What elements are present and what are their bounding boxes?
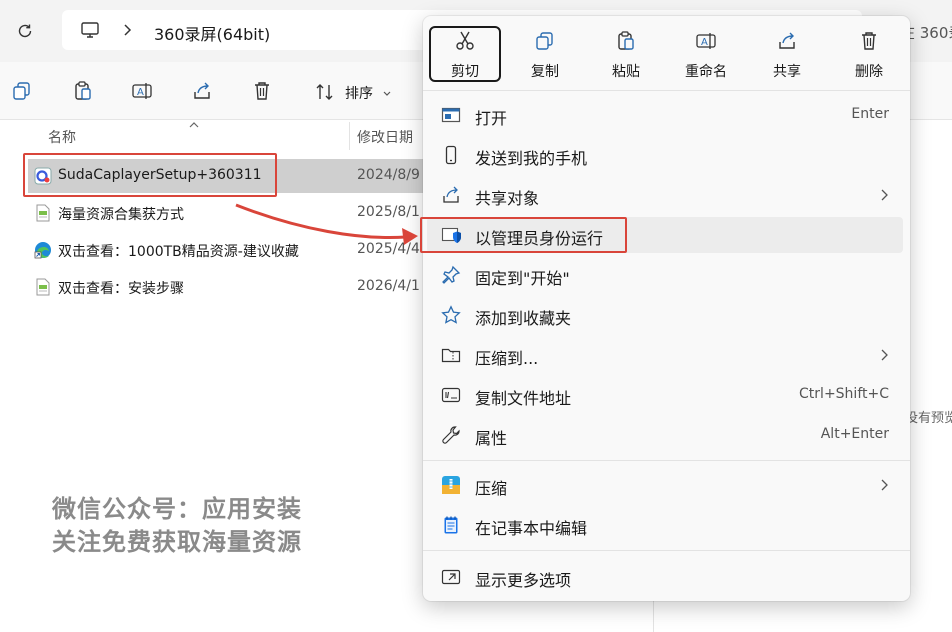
svg-text:A: A	[701, 37, 708, 48]
scissors-icon	[454, 30, 476, 52]
share-icon	[441, 185, 461, 205]
watermark-line-2: 关注免费获取海量资源	[52, 527, 302, 556]
menu-item-edit-in-notepad[interactable]: 在记事本中编辑	[427, 507, 903, 543]
chevron-right-icon[interactable]	[120, 22, 134, 38]
share-icon	[776, 30, 798, 52]
menu-item-show-more-options[interactable]: 显示更多选项	[427, 559, 903, 595]
cut-button[interactable]: 剪切	[429, 26, 501, 82]
open-window-icon	[441, 105, 461, 125]
menu-item-label: 添加到收藏夹	[475, 309, 572, 328]
file-row[interactable]: 双击查看：1000TB精品资源-建议收藏 2025/4/4	[28, 233, 458, 267]
rename-icon: A	[695, 30, 717, 52]
file-name: 双击查看：1000TB精品资源-建议收藏	[58, 244, 299, 260]
menu-item-pin-to-start[interactable]: 固定到"开始"	[427, 257, 903, 293]
menu-item-label: 共享对象	[475, 189, 540, 208]
shortcut-text: Ctrl+Shift+C	[799, 386, 889, 402]
address-path[interactable]: 360录屏(64bit)	[154, 21, 270, 45]
pin-icon	[441, 265, 461, 285]
file-date: 2024/8/9	[357, 167, 420, 183]
menu-item-label: 发送到我的手机	[475, 149, 588, 168]
chevron-right-icon	[879, 478, 889, 492]
paste-icon	[615, 30, 637, 52]
paste-label: 粘贴	[612, 64, 640, 80]
star-icon	[441, 305, 461, 325]
file-name: 双击查看：安装步骤	[58, 281, 184, 297]
menu-item-label: 显示更多选项	[475, 571, 572, 590]
file-date: 2025/4/4	[357, 241, 420, 257]
rename-label: 重命名	[685, 64, 727, 80]
edge-shortcut-icon	[34, 241, 52, 259]
menu-item-label: 属性	[475, 429, 508, 448]
trash-icon	[858, 30, 880, 52]
menu-item-add-to-favorites[interactable]: 添加到收藏夹	[427, 297, 903, 333]
menu-item-properties[interactable]: 属性 Alt+Enter	[427, 417, 903, 453]
computer-icon	[80, 20, 100, 40]
menu-item-copy-as-path[interactable]: 复制文件地址 Ctrl+Shift+C	[427, 377, 903, 413]
wrench-icon	[441, 425, 461, 445]
file-date: 2026/4/1	[357, 278, 420, 294]
menu-item-compress-to[interactable]: 压缩到...	[427, 337, 903, 373]
file-date: 2025/8/1	[357, 204, 420, 220]
menu-item-label: 固定到"开始"	[475, 269, 570, 288]
admin-highlight-box	[420, 217, 627, 253]
sort-icon[interactable]	[314, 81, 336, 103]
share-button[interactable]: 共享	[751, 26, 823, 82]
file-highlight-box	[23, 153, 277, 197]
rename-button[interactable]: A 重命名	[670, 26, 742, 82]
menu-item-label: 压缩到...	[475, 349, 539, 368]
menu-separator	[423, 550, 910, 551]
menu-item-compress[interactable]: 压缩	[427, 467, 903, 503]
copy-label: 复制	[531, 64, 559, 80]
paste-icon[interactable]	[72, 80, 94, 102]
chevron-right-icon	[879, 188, 889, 202]
column-header-modified[interactable]: 修改日期	[357, 127, 413, 147]
copy-button[interactable]: 复制	[509, 26, 581, 82]
more-options-icon	[441, 567, 461, 587]
shortcut-text: Alt+Enter	[820, 426, 889, 442]
refresh-icon[interactable]	[14, 20, 36, 42]
column-header-name[interactable]: 名称	[48, 127, 76, 147]
menu-item-label: 打开	[475, 109, 508, 128]
column-divider[interactable]	[349, 122, 350, 150]
menu-item-label: 复制文件地址	[475, 389, 572, 408]
menu-separator	[423, 90, 910, 91]
archive-app-icon	[441, 475, 461, 495]
pane-divider	[653, 600, 654, 632]
file-row[interactable]: 双击查看：安装步骤 2026/4/1	[28, 270, 458, 304]
paste-button[interactable]: 粘贴	[590, 26, 662, 82]
menu-item-label: 压缩	[475, 479, 508, 498]
menu-item-open[interactable]: 打开 Enter	[427, 97, 903, 133]
phone-icon	[441, 145, 461, 165]
menu-item-send-to-phone[interactable]: 发送到我的手机	[427, 137, 903, 173]
chevron-right-icon	[879, 348, 889, 362]
copy-icon[interactable]	[11, 80, 33, 102]
cut-label: 剪切	[451, 64, 479, 80]
delete-label: 删除	[855, 64, 883, 80]
text-file-icon	[34, 204, 52, 222]
copy-path-icon	[441, 385, 461, 405]
menu-separator	[423, 460, 910, 461]
menu-item-share-with[interactable]: 共享对象	[427, 177, 903, 213]
watermark-line-1: 微信公众号：应用安装	[52, 494, 302, 523]
copy-icon	[534, 30, 556, 52]
menu-item-label: 在记事本中编辑	[475, 519, 588, 538]
delete-button[interactable]: 删除	[833, 26, 905, 82]
share-icon[interactable]	[191, 80, 213, 102]
svg-text:A: A	[137, 87, 144, 98]
file-row[interactable]: 海量资源合集获方式 2025/8/1	[28, 196, 458, 230]
text-file-icon	[34, 278, 52, 296]
notepad-icon	[441, 515, 461, 535]
zip-folder-icon	[441, 345, 461, 365]
preview-pane-fragment: 没有预览	[905, 411, 952, 426]
trash-icon[interactable]	[251, 80, 273, 102]
sort-ascending-caret-icon	[188, 117, 200, 128]
sort-button[interactable]: 排序	[345, 83, 373, 103]
shortcut-text: Enter	[851, 106, 889, 122]
share-label: 共享	[773, 64, 801, 80]
file-name: 海量资源合集获方式	[58, 207, 184, 223]
rename-icon[interactable]: A	[131, 80, 153, 102]
chevron-down-icon[interactable]	[382, 86, 392, 96]
